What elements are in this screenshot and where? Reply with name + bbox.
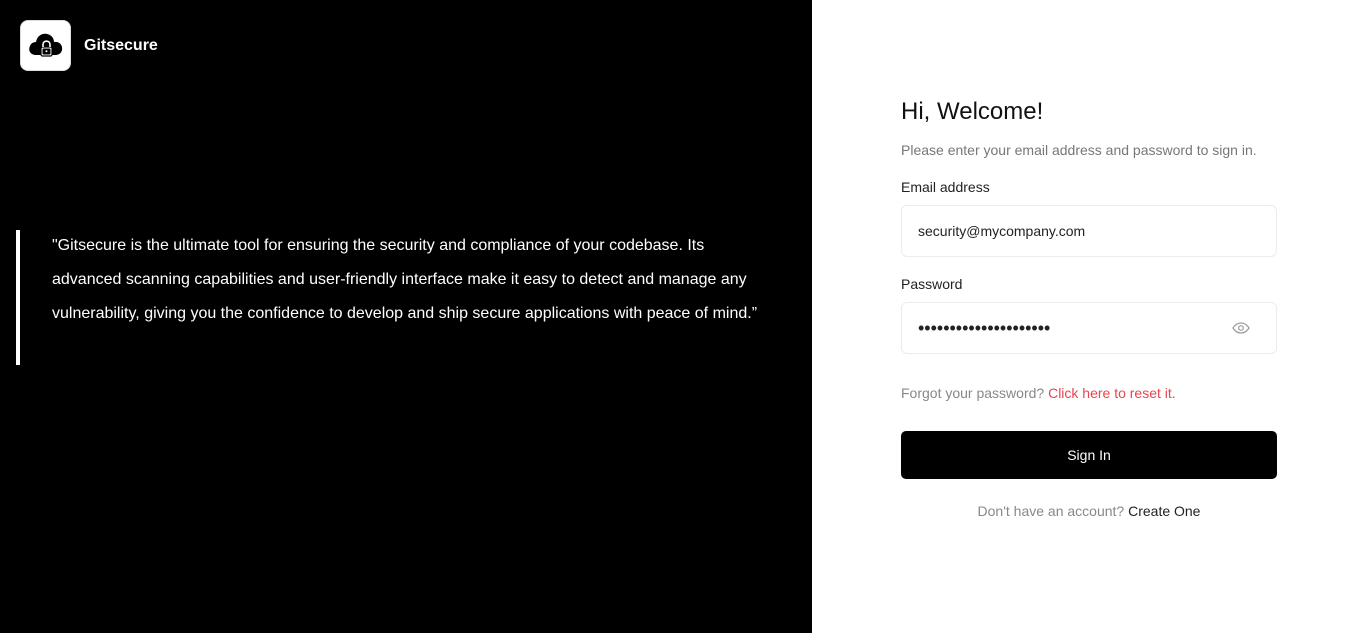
logo	[20, 20, 71, 71]
signup-prefix: Don't have an account?	[977, 503, 1125, 519]
sign-in-button[interactable]: Sign In	[901, 431, 1277, 479]
password-label: Password	[901, 276, 963, 292]
password-field[interactable]	[918, 303, 1218, 353]
login-page: Gitsecure "Gitsecure is the ultimate too…	[0, 0, 1366, 633]
quote-accent-bar	[16, 230, 20, 365]
eye-icon	[1232, 322, 1250, 334]
password-field-container	[901, 302, 1277, 354]
brand-name: Gitsecure	[84, 37, 158, 54]
email-label: Email address	[901, 179, 990, 195]
email-field-container	[901, 205, 1277, 257]
login-panel: Hi, Welcome! Please enter your email add…	[812, 0, 1366, 633]
signup-text: Don't have an account? Create One	[901, 503, 1277, 519]
page-title: Hi, Welcome!	[901, 98, 1044, 125]
forgot-password-prefix: Forgot your password?	[901, 385, 1045, 401]
page-subtitle: Please enter your email address and pass…	[901, 142, 1257, 158]
brand-panel: Gitsecure "Gitsecure is the ultimate too…	[0, 0, 812, 633]
create-account-link[interactable]: Create One	[1128, 503, 1200, 519]
cloud-lock-icon	[28, 33, 62, 57]
forgot-password-text: Forgot your password? Click here to rese…	[901, 385, 1176, 401]
reset-password-link[interactable]: Click here to reset it.	[1048, 385, 1176, 401]
email-field[interactable]	[918, 206, 1218, 256]
show-password-toggle[interactable]	[1232, 319, 1250, 337]
testimonial-quote: "Gitsecure is the ultimate tool for ensu…	[52, 237, 758, 322]
